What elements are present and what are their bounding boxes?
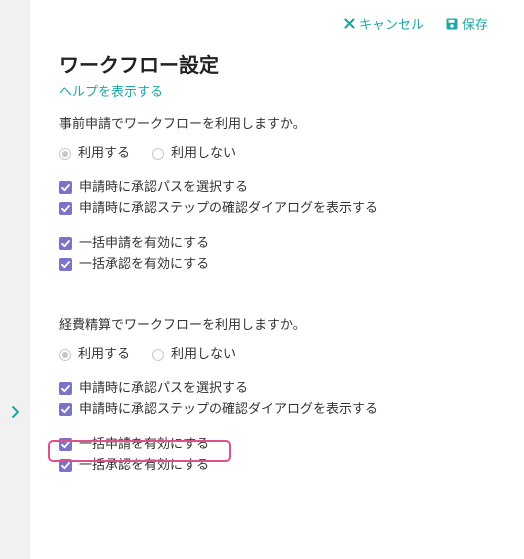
- checkbox-label: 申請時に承認ステップの確認ダイアログを表示する: [79, 401, 379, 417]
- help-link[interactable]: ヘルプを表示する: [59, 84, 499, 102]
- top-actions: キャンセル 保存: [344, 14, 488, 33]
- settings-content: ワークフロー設定 ヘルプを表示する 事前申請でワークフローを利用しますか。 利用…: [59, 50, 499, 476]
- checkbox-select-approval-path[interactable]: 申請時に承認パスを選択する: [59, 177, 499, 198]
- checkbox-group: 申請時に承認パスを選択する 申請時に承認ステップの確認ダイアログを表示する: [59, 177, 499, 219]
- checkbox-label: 一括申請を有効にする: [79, 235, 210, 251]
- radio-label: 利用しない: [171, 146, 237, 161]
- checkbox[interactable]: [59, 237, 72, 250]
- checkbox-group: 一括申請を有効にする 一括承認を有効にする: [59, 434, 499, 476]
- section-expense-settlement: 経費精算でワークフローを利用しますか。 利用する 利用しない 申請時に承認パスを…: [59, 317, 499, 476]
- chevron-right-icon[interactable]: [9, 402, 23, 422]
- section-pre-application: 事前申請でワークフローを利用しますか。 利用する 利用しない 申請時に承認パスを…: [59, 116, 499, 275]
- checkbox[interactable]: [59, 459, 72, 472]
- radio-label: 利用しない: [171, 347, 237, 362]
- radio-button[interactable]: [59, 349, 71, 361]
- radio-group: 利用する 利用しない: [59, 346, 499, 364]
- cancel-button[interactable]: キャンセル: [344, 14, 424, 33]
- save-button[interactable]: 保存: [446, 14, 488, 33]
- radio-button[interactable]: [59, 148, 71, 160]
- checkbox-select-approval-path[interactable]: 申請時に承認パスを選択する: [59, 378, 499, 399]
- checkbox-label: 申請時に承認パスを選択する: [79, 179, 249, 195]
- checkbox[interactable]: [59, 438, 72, 451]
- checkbox[interactable]: [59, 202, 72, 215]
- checkbox-group: 一括申請を有効にする 一括承認を有効にする: [59, 233, 499, 275]
- left-rail: [0, 0, 30, 559]
- floppy-disk-icon: [446, 18, 458, 30]
- cancel-label: キャンセル: [358, 18, 424, 33]
- radio-not-use[interactable]: 利用しない: [152, 145, 236, 163]
- checkbox[interactable]: [59, 181, 72, 194]
- radio-not-use[interactable]: 利用しない: [152, 346, 236, 364]
- checkbox-label: 一括承認を有効にする: [79, 256, 210, 272]
- radio-button[interactable]: [152, 349, 165, 361]
- checkbox-label: 申請時に承認ステップの確認ダイアログを表示する: [79, 200, 379, 216]
- radio-button[interactable]: [152, 148, 165, 160]
- checkbox-show-approval-dialog[interactable]: 申請時に承認ステップの確認ダイアログを表示する: [59, 399, 499, 420]
- checkbox-label: 一括承認を有効にする: [79, 457, 210, 473]
- checkbox-label: 申請時に承認パスを選択する: [79, 380, 249, 396]
- radio-use[interactable]: 利用する: [59, 346, 130, 364]
- checkbox-label: 一括申請を有効にする: [79, 436, 210, 452]
- checkbox[interactable]: [59, 403, 72, 416]
- radio-label: 利用する: [78, 347, 131, 362]
- checkbox[interactable]: [59, 258, 72, 271]
- close-icon: [344, 18, 355, 29]
- checkbox-show-approval-dialog[interactable]: 申請時に承認ステップの確認ダイアログを表示する: [59, 198, 499, 219]
- page-title: ワークフロー設定: [59, 53, 219, 77]
- checkbox-bulk-approval[interactable]: 一括承認を有効にする: [59, 455, 499, 476]
- section-question: 事前申請でワークフローを利用しますか。: [59, 117, 306, 132]
- workflow-settings-panel: キャンセル 保存 ワークフロー設定 ヘルプを表示する 事前申請でワークフローを利…: [0, 0, 524, 559]
- radio-use[interactable]: 利用する: [59, 145, 130, 163]
- checkbox-bulk-application[interactable]: 一括申請を有効にする: [59, 434, 499, 455]
- section-question: 経費精算でワークフローを利用しますか。: [59, 318, 306, 333]
- radio-group: 利用する 利用しない: [59, 145, 499, 163]
- checkbox-group: 申請時に承認パスを選択する 申請時に承認ステップの確認ダイアログを表示する: [59, 378, 499, 420]
- checkbox-bulk-application[interactable]: 一括申請を有効にする: [59, 233, 499, 254]
- checkbox-bulk-approval[interactable]: 一括承認を有効にする: [59, 254, 499, 275]
- radio-label: 利用する: [78, 146, 131, 161]
- save-label: 保存: [461, 18, 488, 33]
- checkbox[interactable]: [59, 382, 72, 395]
